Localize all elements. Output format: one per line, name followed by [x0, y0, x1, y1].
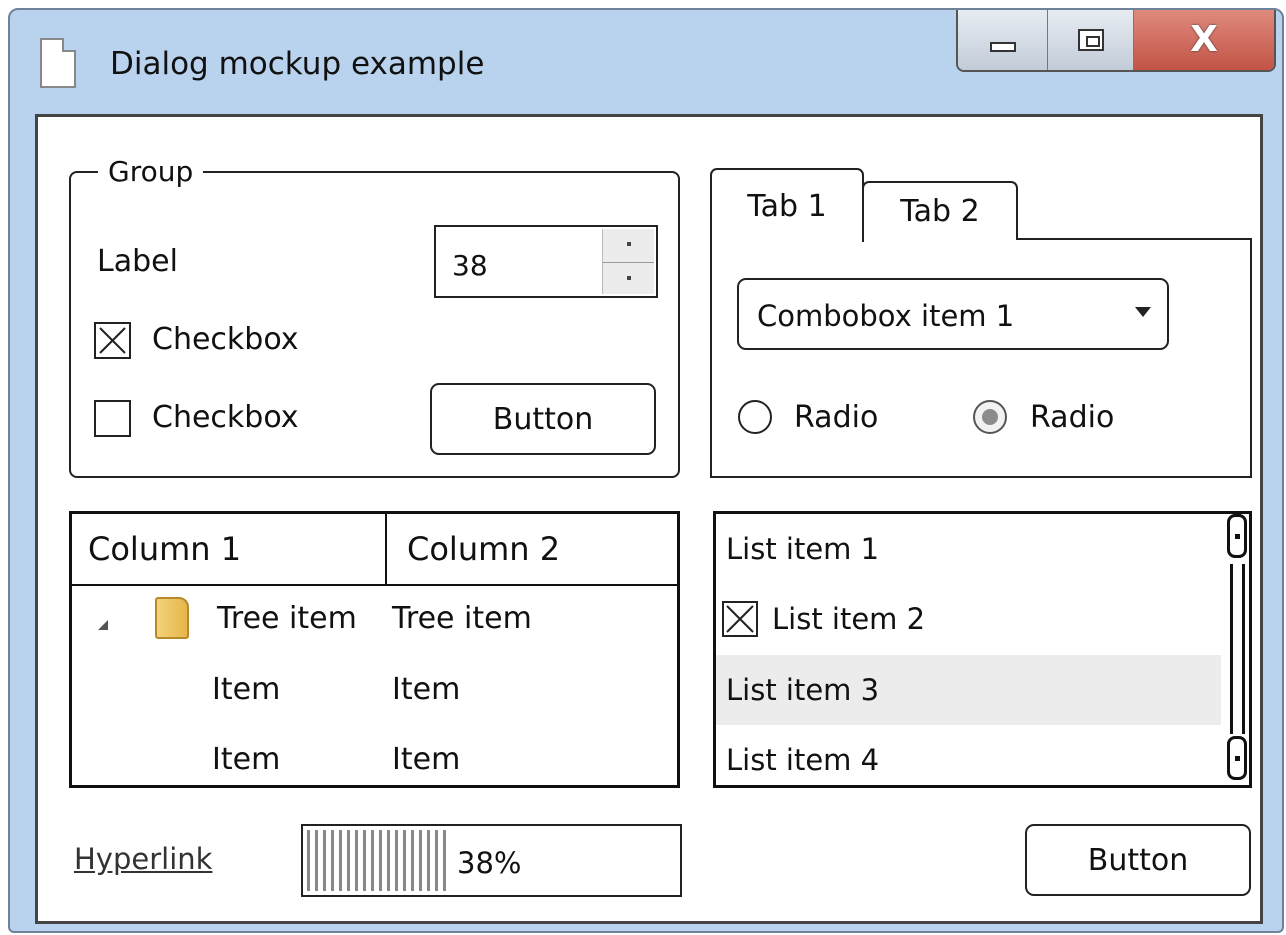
dialog-client-area: Group Label 38 Checkbox Checkbox Button: [35, 114, 1263, 924]
tab-panel: [710, 240, 1252, 478]
checkbox-1[interactable]: [94, 322, 131, 359]
scroll-up-button[interactable]: [1227, 514, 1247, 558]
vertical-scrollbar[interactable]: [1227, 514, 1249, 785]
spinner-buttons: [602, 229, 654, 294]
tree-row-2-col2: Item: [392, 672, 461, 707]
spinner-value: 38: [452, 249, 488, 282]
list-box[interactable]: List item 1 List item 2 List item 3 List…: [713, 511, 1252, 788]
checkbox-2-label[interactable]: Checkbox: [152, 400, 299, 435]
scroll-down-button[interactable]: [1227, 736, 1247, 780]
hyperlink[interactable]: Hyperlink: [74, 842, 212, 876]
checkbox-1-box[interactable]: [94, 322, 131, 359]
list-item-2-checkbox[interactable]: [722, 601, 758, 637]
footer-button[interactable]: Button: [1025, 824, 1251, 896]
maximize-button[interactable]: [1048, 10, 1134, 70]
window-title: Dialog mockup example: [110, 46, 485, 82]
tree-row-1-col1[interactable]: Tree item: [217, 601, 357, 636]
column-header-1[interactable]: Column 1: [88, 514, 241, 584]
tab-1[interactable]: Tab 1: [710, 168, 864, 242]
radio-2-label[interactable]: Radio: [1030, 400, 1114, 435]
spinner-down-button[interactable]: [603, 261, 654, 295]
tree-row-3-col1[interactable]: Item: [212, 742, 280, 777]
progress-label: 38%: [457, 846, 522, 880]
radio-2[interactable]: [973, 400, 1007, 434]
list-item-3[interactable]: List item 3: [716, 655, 1221, 725]
tab-2[interactable]: Tab 2: [862, 181, 1018, 240]
combobox-value: Combobox item 1: [757, 299, 1015, 333]
tree-view[interactable]: Column 1 Column 2 Tree item Tree item It…: [69, 511, 680, 788]
list-item-2-label: List item 2: [772, 602, 926, 636]
field-label: Label: [97, 244, 178, 279]
progress-fill: [307, 830, 448, 891]
collapse-triangle-icon[interactable]: [98, 620, 108, 630]
checkmark-x-icon: [99, 327, 126, 354]
group-button[interactable]: Button: [430, 383, 656, 455]
checkbox-1-label[interactable]: Checkbox: [152, 322, 299, 357]
list-item-1[interactable]: List item 1: [716, 514, 1221, 584]
checkbox-2[interactable]: [94, 400, 131, 437]
number-spinner[interactable]: 38: [434, 225, 658, 298]
tree-row-1-col2: Tree item: [392, 601, 532, 636]
checkbox-2-box[interactable]: [94, 400, 131, 437]
scrollbar-track[interactable]: [1230, 564, 1245, 734]
close-icon: X: [1190, 19, 1218, 60]
tree-row-3-col2: Item: [392, 742, 461, 777]
radio-1[interactable]: [738, 400, 772, 434]
combobox[interactable]: Combobox item 1: [737, 278, 1169, 350]
checkmark-x-icon: [726, 605, 754, 633]
list-item-4[interactable]: List item 4: [716, 725, 1221, 785]
spinner-up-button[interactable]: [603, 229, 654, 262]
tree-row-2-col1[interactable]: Item: [212, 672, 280, 707]
tree-header: Column 1 Column 2: [72, 514, 677, 586]
maximize-icon: [1077, 29, 1104, 51]
group-title: Group: [98, 155, 204, 188]
folder-icon: [155, 597, 189, 639]
minimize-button[interactable]: [958, 10, 1048, 70]
list-item-2[interactable]: List item 2: [716, 584, 1221, 654]
document-icon: [40, 38, 76, 88]
radio-1-label[interactable]: Radio: [794, 400, 878, 435]
window-controls: X: [956, 10, 1276, 72]
dialog-window: Dialog mockup example X Group Label 38 C…: [8, 8, 1284, 933]
close-button[interactable]: X: [1134, 10, 1274, 70]
minimize-icon: [989, 42, 1016, 52]
title-bar[interactable]: Dialog mockup example X: [10, 10, 1282, 114]
column-header-2[interactable]: Column 2: [385, 514, 677, 584]
progress-bar: 38%: [301, 824, 682, 897]
dropdown-arrow-icon[interactable]: [1135, 307, 1151, 317]
